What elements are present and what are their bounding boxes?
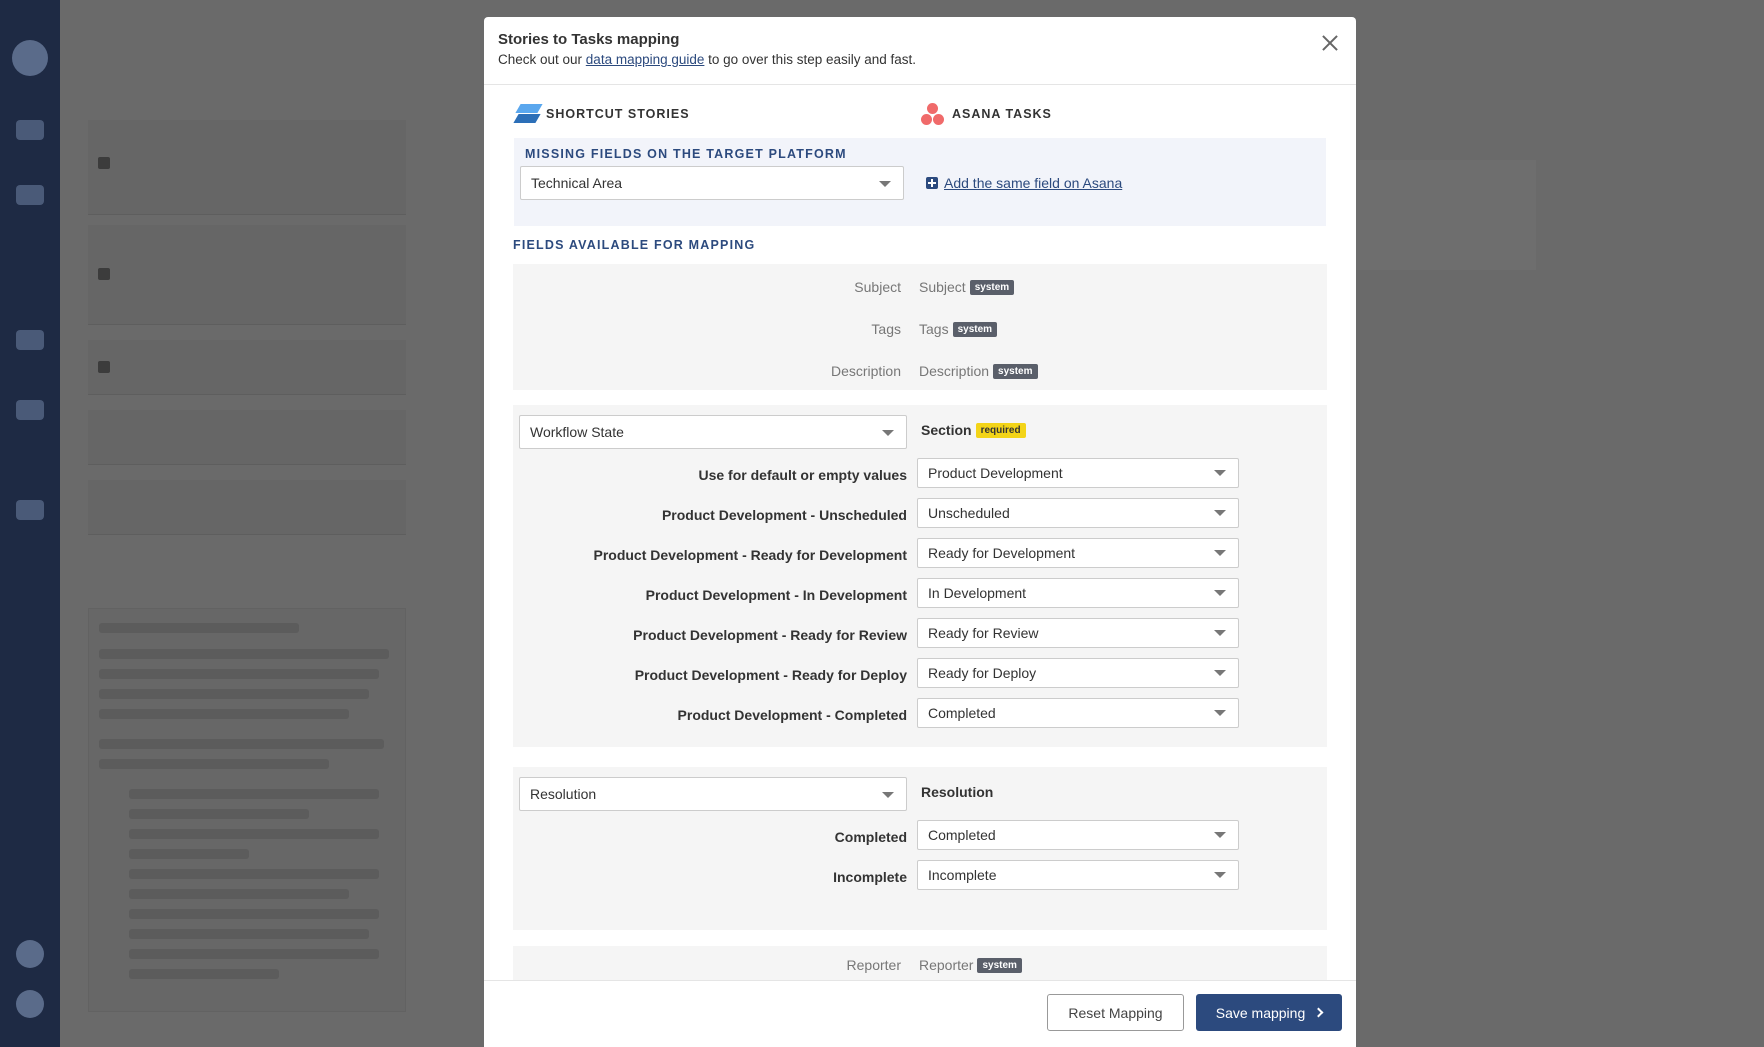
background-panel <box>1356 160 1536 270</box>
target-platform: ASANA TASKS <box>920 101 1052 127</box>
system-row-reporter: Reporter Reporter system <box>513 957 1327 977</box>
chevron-down-icon <box>1214 872 1226 878</box>
modal-title: Stories to Tasks mapping <box>498 31 680 48</box>
help-icon <box>16 990 44 1018</box>
resolution-source-select[interactable]: Resolution <box>519 777 907 811</box>
user-avatar <box>16 940 44 968</box>
value-row-label: Product Development - Ready for Developm… <box>593 547 907 563</box>
missing-field-select[interactable]: Technical Area <box>520 166 904 200</box>
app-logo <box>12 40 48 76</box>
value-row-label: Product Development - In Development <box>645 587 907 603</box>
chevron-down-icon <box>1214 630 1226 636</box>
system-row-description: Description Description system <box>513 363 1327 383</box>
system-row-subject: Subject Subject system <box>513 279 1327 299</box>
chevron-down-icon <box>882 430 894 436</box>
chevron-down-icon <box>1214 670 1226 676</box>
value-select[interactable]: Unscheduled <box>917 498 1239 528</box>
value-select[interactable]: Ready for Deploy <box>917 658 1239 688</box>
nav-icon <box>16 400 44 420</box>
workflow-mapping-block: Workflow State Section required Use for … <box>513 405 1327 747</box>
background-icon <box>98 361 110 373</box>
value-select[interactable]: In Development <box>917 578 1239 608</box>
asana-logo-icon <box>920 101 946 127</box>
chevron-down-icon <box>1214 710 1226 716</box>
plus-square-icon <box>926 177 938 189</box>
system-row-tags: Tags Tags system <box>513 321 1327 341</box>
required-badge: required <box>975 422 1026 438</box>
add-field-link[interactable]: Add the same field on Asana <box>926 175 1122 191</box>
background-card <box>88 410 406 465</box>
background-card <box>88 225 406 325</box>
nav-icon <box>16 330 44 350</box>
close-icon[interactable] <box>1318 31 1342 55</box>
background-card <box>88 120 406 215</box>
workflow-target-field: Section required <box>921 422 1026 438</box>
value-row-label: Incomplete <box>833 869 907 885</box>
available-fields-heading: FIELDS AVAILABLE FOR MAPPING <box>513 238 756 252</box>
reset-mapping-button[interactable]: Reset Mapping <box>1047 994 1184 1031</box>
value-select[interactable]: Completed <box>917 820 1239 850</box>
nav-icon <box>16 185 44 205</box>
value-select[interactable]: Ready for Development <box>917 538 1239 568</box>
nav-icon <box>16 500 44 520</box>
system-badge: system <box>993 363 1038 379</box>
value-row-label: Product Development - Completed <box>677 707 907 723</box>
chevron-down-icon <box>1214 510 1226 516</box>
background-card <box>88 340 406 395</box>
missing-fields-heading: MISSING FIELDS ON THE TARGET PLATFORM <box>525 147 847 161</box>
chevron-down-icon <box>1214 832 1226 838</box>
value-row-label: Product Development - Ready for Deploy <box>634 667 907 683</box>
value-row-label: Product Development - Ready for Review <box>633 627 907 643</box>
value-row-label: Completed <box>834 829 907 845</box>
workflow-source-select[interactable]: Workflow State <box>519 415 907 449</box>
system-fields-block: Subject Subject system Tags Tags system De… <box>513 264 1327 390</box>
system-badge: system <box>969 279 1015 295</box>
shortcut-logo-icon <box>513 101 543 127</box>
background-card <box>88 480 406 535</box>
value-select[interactable]: Incomplete <box>917 860 1239 890</box>
value-select[interactable]: Completed <box>917 698 1239 728</box>
nav-icon <box>16 120 44 140</box>
system-badge: system <box>952 321 998 337</box>
background-icon <box>98 157 110 169</box>
value-select[interactable]: Product Development <box>917 458 1239 488</box>
chevron-down-icon <box>1214 590 1226 596</box>
value-row-label: Product Development - Unscheduled <box>661 507 907 523</box>
modal-footer: Reset Mapping Save mapping <box>484 980 1356 1047</box>
chevron-down-icon <box>882 792 894 798</box>
app-sidebar <box>0 0 60 1047</box>
chevron-down-icon <box>879 181 891 187</box>
resolution-mapping-block: Resolution Resolution Completed Complete… <box>513 767 1327 930</box>
system-badge: system <box>977 957 1022 973</box>
value-row-label: Use for default or empty values <box>698 467 907 483</box>
modal-header: Stories to Tasks mapping Check out our d… <box>484 17 1356 85</box>
chevron-down-icon <box>1214 550 1226 556</box>
save-mapping-button[interactable]: Save mapping <box>1196 994 1342 1031</box>
mapping-modal: Stories to Tasks mapping Check out our d… <box>484 17 1356 1047</box>
chevron-right-icon <box>1313 1007 1324 1018</box>
resolution-target-field: Resolution <box>921 784 994 800</box>
source-platform: SHORTCUT STORIES <box>513 101 690 127</box>
data-mapping-guide-link[interactable]: data mapping guide <box>586 52 705 67</box>
value-select[interactable]: Ready for Review <box>917 618 1239 648</box>
background-notes-panel <box>88 608 406 1012</box>
background-icon <box>98 268 110 280</box>
chevron-down-icon <box>1214 470 1226 476</box>
modal-subtitle: Check out our data mapping guide to go o… <box>498 52 917 67</box>
